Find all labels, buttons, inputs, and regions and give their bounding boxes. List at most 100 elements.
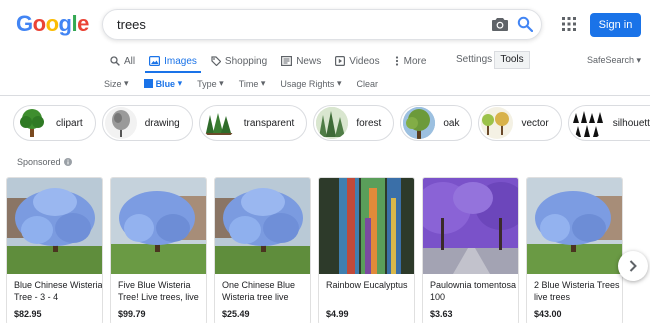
chip-transparent[interactable]: transparent xyxy=(198,105,308,141)
safesearch-label: SafeSearch xyxy=(587,55,635,65)
size-filter[interactable]: Size ▾ xyxy=(104,78,129,89)
caret-down-icon: ▾ xyxy=(177,78,183,88)
filter-label: Usage Rights xyxy=(280,78,335,89)
tag-icon xyxy=(211,56,221,66)
product-title: Rainbow Eucalyptus xyxy=(326,280,408,290)
chip-thumbnail xyxy=(16,107,48,139)
product-image xyxy=(527,178,622,274)
chip-label: forest xyxy=(356,117,382,129)
caret-down-icon: ▾ xyxy=(636,55,642,65)
filter-label: Type xyxy=(197,78,217,89)
chip-clipart[interactable]: clipart xyxy=(13,105,96,141)
tools-filter-bar: Size ▾ Blue ▾ Type ▾ Time ▾ Usage Rights… xyxy=(104,78,393,89)
search-icon[interactable] xyxy=(517,16,533,32)
play-icon xyxy=(335,56,346,66)
product-title: Blue Chinese Wisteria Tree - 3 - 4 xyxy=(14,280,103,302)
chip-thumbnail xyxy=(403,107,436,139)
search-input[interactable] xyxy=(117,17,477,32)
news-icon xyxy=(281,56,293,66)
product-image xyxy=(7,178,102,274)
sign-in-button[interactable]: Sign in xyxy=(590,13,641,37)
product-image xyxy=(215,178,310,274)
chip-thumbnail xyxy=(481,107,514,139)
tab-more[interactable]: More xyxy=(394,52,427,70)
apps-grid-icon[interactable] xyxy=(562,17,576,31)
product-price: $43.00 xyxy=(534,309,562,319)
chip-vector[interactable]: vector xyxy=(478,105,562,141)
product-price: $99.79 xyxy=(118,309,146,319)
chip-label: silhouette xyxy=(612,117,650,129)
chip-label: oak xyxy=(443,117,460,129)
filter-label: Time xyxy=(238,78,259,89)
chip-thumbnail xyxy=(201,107,236,139)
search-box xyxy=(102,9,542,40)
product-card[interactable]: One Chinese Blue Wisteria tree live $25.… xyxy=(214,177,311,323)
chip-silhouette[interactable]: silhouette xyxy=(567,105,650,141)
tab-label: Videos xyxy=(349,55,380,67)
more-vert-icon xyxy=(395,56,398,66)
tab-all[interactable]: All xyxy=(110,52,135,70)
tab-news[interactable]: News xyxy=(281,52,321,70)
chip-drawing[interactable]: drawing xyxy=(101,105,193,141)
product-card[interactable]: Rainbow Eucalyptus $4.99 xyxy=(318,177,415,323)
tab-label: News xyxy=(296,55,322,67)
sponsored-products-carousel: Blue Chinese Wisteria Tree - 3 - 4 $82.9… xyxy=(6,177,630,323)
tab-shopping[interactable]: Shopping xyxy=(211,52,267,70)
chip-label: transparent xyxy=(243,117,295,129)
filter-label: Blue xyxy=(155,78,176,89)
safesearch-dropdown[interactable]: SafeSearch ▾ xyxy=(587,55,641,66)
tab-label: More xyxy=(403,55,427,67)
chip-thumbnail xyxy=(104,107,137,139)
product-card[interactable]: Paulownia tomentosa 100 $3.63 xyxy=(422,177,519,323)
sponsored-label: Sponsored xyxy=(17,157,72,167)
product-price: $4.99 xyxy=(326,309,349,319)
carousel-next-button[interactable] xyxy=(618,251,648,281)
filter-label: Clear xyxy=(356,78,378,89)
tab-images[interactable]: Images xyxy=(149,52,197,70)
chip-oak[interactable]: oak xyxy=(400,105,473,141)
filter-label: Size xyxy=(104,78,122,89)
tab-label: All xyxy=(124,55,136,67)
time-filter[interactable]: Time ▾ xyxy=(239,78,266,89)
usage-rights-filter[interactable]: Usage Rights ▾ xyxy=(280,78,341,89)
product-image xyxy=(423,178,518,274)
google-logo[interactable]: Google xyxy=(16,11,89,37)
product-card[interactable]: 2 Blue Wisteria Trees live trees $43.00 xyxy=(526,177,623,323)
product-title: 2 Blue Wisteria Trees live trees xyxy=(534,280,620,302)
caret-down-icon: ▾ xyxy=(219,78,224,88)
camera-icon[interactable] xyxy=(492,17,508,31)
clear-filters-link[interactable]: Clear xyxy=(356,78,378,89)
chip-label: clipart xyxy=(56,117,83,129)
caret-down-icon: ▾ xyxy=(336,78,342,88)
active-tab-indicator xyxy=(145,71,201,73)
product-card[interactable]: Blue Chinese Wisteria Tree - 3 - 4 $82.9… xyxy=(6,177,103,323)
tab-label: Images xyxy=(164,55,197,67)
chip-forest[interactable]: forest xyxy=(313,105,395,141)
caret-down-icon: ▾ xyxy=(260,78,266,88)
product-title: Five Blue Wisteria Tree! Live trees, liv… xyxy=(118,280,199,302)
chip-label: drawing xyxy=(144,117,180,129)
product-price: $25.49 xyxy=(222,309,250,319)
tab-videos[interactable]: Videos xyxy=(335,52,380,70)
chevron-right-icon xyxy=(629,260,637,272)
settings-link[interactable]: Settings xyxy=(456,54,492,65)
product-title: Paulownia tomentosa 100 xyxy=(430,280,517,302)
color-filter[interactable]: Blue ▾ xyxy=(143,78,183,89)
product-title: One Chinese Blue Wisteria tree live xyxy=(222,280,296,302)
type-filter[interactable]: Type ▾ xyxy=(197,78,224,89)
tools-button[interactable]: Tools xyxy=(494,51,530,69)
sponsored-text: Sponsored xyxy=(17,157,61,167)
product-card[interactable]: Five Blue Wisteria Tree! Live trees, liv… xyxy=(110,177,207,323)
chip-thumbnail xyxy=(570,107,605,139)
product-image xyxy=(111,178,206,274)
related-search-chips: clipart drawing transparent forest oak v… xyxy=(13,105,650,141)
image-icon xyxy=(149,56,161,66)
tab-label: Shopping xyxy=(224,55,268,67)
chip-thumbnail xyxy=(316,107,349,139)
color-swatch xyxy=(143,79,153,88)
chip-label: vector xyxy=(521,117,549,129)
info-icon[interactable] xyxy=(63,158,72,166)
top-header: Google Sign in All Images xyxy=(0,0,650,96)
product-price: $3.63 xyxy=(430,309,453,319)
caret-down-icon: ▾ xyxy=(124,78,129,88)
